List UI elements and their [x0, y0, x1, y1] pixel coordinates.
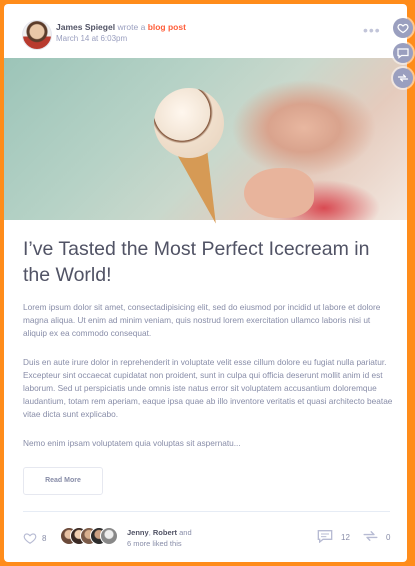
heart-icon[interactable]: [23, 531, 37, 545]
post-type-link[interactable]: blog post: [148, 22, 186, 32]
post-title[interactable]: I’ve Tasted the Most Perfect Icecream in…: [23, 236, 393, 288]
post-card: James Spiegel wrote a blog post March 14…: [4, 4, 407, 562]
heart-icon: [397, 23, 409, 34]
post-date: March 14 at 6:03pm: [56, 34, 128, 43]
author-avatar[interactable]: [22, 20, 52, 50]
post-image: [4, 58, 407, 230]
post-header: James Spiegel wrote a blog post March 14…: [4, 4, 407, 58]
read-more-button[interactable]: Read More: [23, 467, 103, 495]
comment-count: 12: [341, 533, 350, 542]
post-paragraph: Lorem ipsum dolor sit amet, consectadipi…: [23, 302, 381, 338]
separator: ,: [148, 528, 151, 537]
like-count: 8: [42, 534, 47, 543]
and-text: and: [179, 528, 192, 537]
liked-by-text: Jenny, Robert and 6 more liked this: [127, 527, 192, 549]
liked-more-text: 6 more liked this: [127, 539, 182, 548]
share-icon: [397, 74, 409, 82]
post-paragraph: Duis en aute irure dolor in reprehenderi…: [23, 357, 393, 419]
divider: [23, 511, 390, 512]
side-comment-button[interactable]: [393, 43, 413, 63]
action-text: wrote a: [117, 22, 146, 32]
hand-shape: [244, 168, 314, 218]
side-like-button[interactable]: [393, 18, 413, 38]
comment-icon: [397, 48, 409, 59]
liked-by-name[interactable]: Jenny: [127, 528, 149, 537]
more-dots-icon[interactable]: •••: [363, 22, 381, 38]
side-share-button[interactable]: [393, 68, 413, 88]
share-count: 0: [386, 533, 391, 542]
author-line: James Spiegel wrote a blog post: [56, 22, 186, 32]
icecream-scoop-shape: [154, 88, 224, 158]
author-name[interactable]: James Spiegel: [56, 22, 115, 32]
share-icon[interactable]: [362, 529, 379, 543]
post-paragraph: Nemo enim ipsam voluptatem quia voluptas…: [23, 438, 241, 448]
liked-avatars[interactable]: [60, 527, 120, 545]
comment-icon[interactable]: [317, 529, 333, 543]
liked-by-name[interactable]: Robert: [153, 528, 177, 537]
avatar[interactable]: [100, 527, 118, 545]
